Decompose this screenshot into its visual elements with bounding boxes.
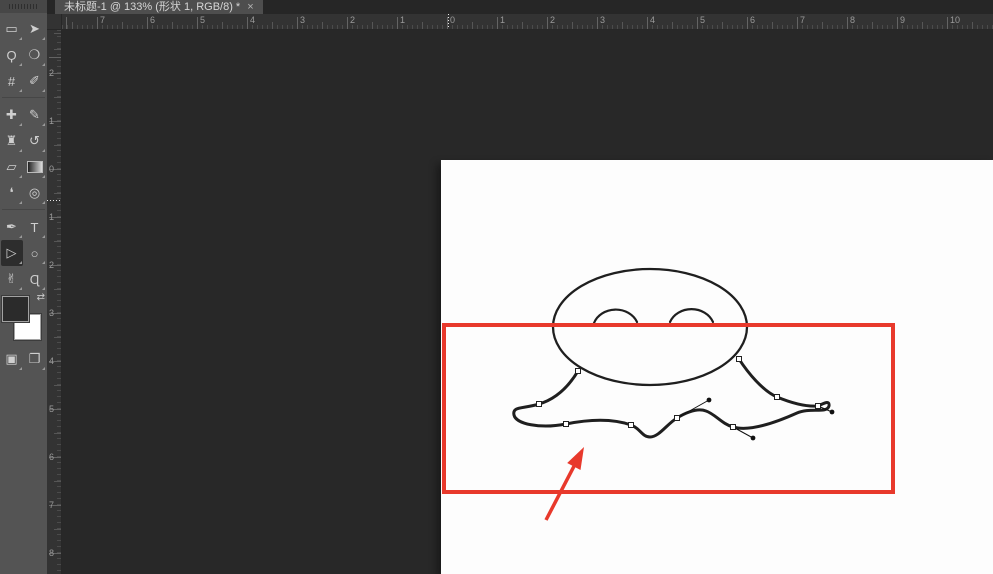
gradient-tool[interactable]	[24, 154, 46, 180]
eraser-tool[interactable]: ▱	[1, 154, 23, 180]
vruler-label: 1	[49, 116, 55, 126]
swap-colors-icon[interactable]: ⇄	[37, 292, 45, 303]
vruler-label: 7	[49, 500, 55, 510]
quick-mask-mode-button[interactable]: ▣	[1, 346, 23, 372]
zoom-tool-icon: Ɋ	[29, 271, 40, 287]
spot-healing-brush-tool[interactable]: ✚	[1, 102, 23, 128]
hruler-label: 9	[900, 15, 906, 25]
hruler-label: 2	[350, 15, 356, 25]
document-tab-bar: 未标题-1 @ 133% (形状 1, RGB/8) * ×	[47, 0, 993, 14]
hruler-label: 5	[700, 15, 706, 25]
vertical-ruler[interactable]: 2 1 0 1 2 3 4 5 6 7 8	[47, 30, 62, 574]
ruler-cursor-indicator-y	[47, 200, 61, 201]
lasso-tool[interactable]: Ϙ	[1, 42, 23, 68]
vruler-label: 1	[49, 212, 55, 222]
blur-tool-icon: ❛	[9, 185, 14, 200]
hand-tool[interactable]: ✌	[1, 266, 23, 292]
brush-tool-icon: ✎	[29, 107, 40, 122]
pen-tool[interactable]: ✒	[1, 214, 23, 240]
hruler-label: 1	[400, 15, 406, 25]
hand-tool-icon: ✌	[6, 271, 17, 286]
lasso-tool-icon: Ϙ	[6, 47, 17, 63]
type-tool-icon: T	[30, 219, 39, 235]
hruler-label: 1	[500, 15, 506, 25]
path-selection-tool-icon: ▷	[6, 245, 17, 260]
panel-grip-icon	[9, 4, 39, 9]
rectangular-marquee-tool-icon: ▭	[5, 21, 18, 36]
gradient-tool-icon	[26, 161, 43, 173]
dodge-tool[interactable]: ◎	[24, 180, 46, 206]
quick-mask-mode-button-icon: ▣	[5, 351, 18, 366]
hruler-label: 10	[950, 15, 961, 25]
ellipse-shape-tool-icon: ○	[30, 245, 39, 261]
vruler-label: 6	[49, 452, 55, 462]
crop-tool[interactable]: #	[1, 68, 23, 94]
hruler-label: 8	[850, 15, 856, 25]
color-swatches: ⇄	[0, 292, 47, 348]
tool-grid-bottom: ▣ ❐	[0, 346, 47, 372]
hruler-label: 5	[200, 15, 206, 25]
vruler-label: 2	[49, 260, 55, 270]
eyedropper-tool[interactable]: ✐	[24, 68, 46, 94]
history-brush-tool[interactable]: ↺	[24, 128, 46, 154]
move-tool-icon: ➤	[29, 21, 40, 36]
foreground-color-swatch[interactable]	[2, 296, 29, 322]
clone-stamp-tool-icon: ♜	[5, 133, 18, 148]
hruler-label: 7	[100, 15, 106, 25]
blur-tool[interactable]: ❛	[1, 180, 23, 206]
history-brush-tool-icon: ↺	[29, 133, 40, 148]
ruler-corner	[47, 14, 62, 30]
tools-panel: ▭ ➤ Ϙ ❍ # ✐ ✚ ✎ ♜ ↺ ▱ ❛ ◎ ✒ T ▷ ○ ✌ Ɋ ⇄ ▣ ❐	[0, 0, 47, 574]
hruler-label: 4	[650, 15, 656, 25]
tool-group-divider	[0, 94, 47, 102]
quick-selection-tool-icon: ❍	[28, 47, 41, 62]
tools-panel-header[interactable]	[0, 0, 47, 13]
move-tool[interactable]: ➤	[24, 16, 46, 42]
tab-close-icon[interactable]: ×	[247, 0, 253, 15]
document-tab[interactable]: 未标题-1 @ 133% (形状 1, RGB/8) * ×	[55, 0, 263, 14]
vruler-label: 2	[49, 68, 55, 78]
vruler-label: 4	[49, 356, 55, 366]
zoom-tool[interactable]: Ɋ	[24, 266, 46, 292]
clone-stamp-tool[interactable]: ♜	[1, 128, 23, 154]
ruler-cursor-indicator-x	[448, 14, 449, 29]
vruler-label: 3	[49, 308, 55, 318]
vruler-label: 0	[49, 164, 55, 174]
crop-tool-icon: #	[7, 73, 16, 89]
brush-tool[interactable]: ✎	[24, 102, 46, 128]
vruler-label: 5	[49, 404, 55, 414]
pen-tool-icon: ✒	[6, 219, 17, 234]
screen-mode-button[interactable]: ❐	[24, 346, 46, 372]
eraser-tool-icon: ▱	[6, 159, 17, 174]
horizontal-ruler[interactable]: 7 6 5 4 3 2 1 0 1 2 3 4 5 6 7 8 9 10	[62, 14, 993, 30]
path-selection-tool[interactable]: ▷	[0, 240, 23, 266]
hruler-label: 7	[800, 15, 806, 25]
vruler-label: 8	[49, 548, 55, 558]
hruler-label: 3	[300, 15, 306, 25]
tool-group-divider	[0, 206, 47, 214]
screen-mode-button-icon: ❐	[28, 351, 41, 366]
spot-healing-brush-tool-icon: ✚	[6, 107, 17, 122]
hruler-label: 4	[250, 15, 256, 25]
eyedropper-tool-icon: ✐	[29, 73, 40, 88]
document-tab-title: 未标题-1 @ 133% (形状 1, RGB/8) *	[64, 0, 241, 13]
quick-selection-tool[interactable]: ❍	[24, 42, 46, 68]
tool-grid: ▭ ➤ Ϙ ❍ # ✐ ✚ ✎ ♜ ↺ ▱ ❛ ◎ ✒ T ▷ ○ ✌ Ɋ	[0, 16, 47, 292]
hruler-label: 2	[550, 15, 556, 25]
type-tool[interactable]: T	[24, 214, 46, 240]
hruler-label: 6	[750, 15, 756, 25]
document-canvas[interactable]	[441, 160, 993, 574]
hruler-label: 6	[150, 15, 156, 25]
rectangular-marquee-tool[interactable]: ▭	[1, 16, 23, 42]
dodge-tool-icon: ◎	[28, 185, 41, 200]
hruler-label: 3	[600, 15, 606, 25]
hruler-label: 0	[450, 15, 456, 25]
ellipse-shape-tool[interactable]: ○	[24, 240, 46, 266]
